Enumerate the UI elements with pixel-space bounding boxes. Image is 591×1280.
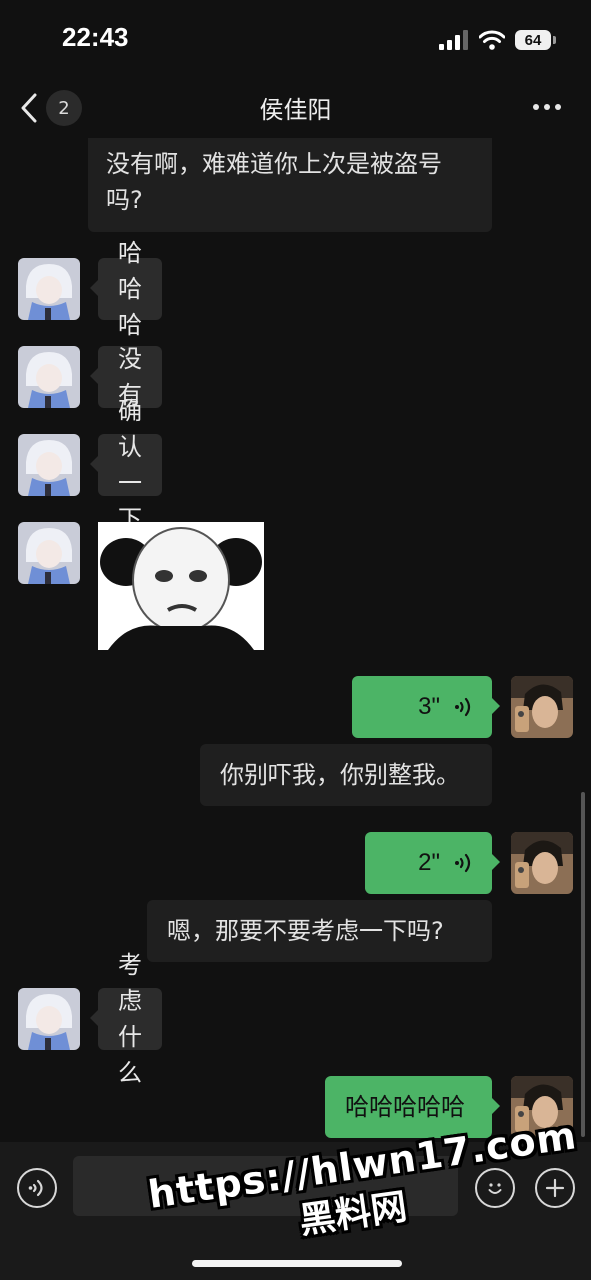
message-bubble[interactable]: 考虑什么 — [90, 951, 162, 1087]
message-input[interactable] — [73, 1156, 458, 1216]
message-text: 嗯，那要不要考虑一下吗? — [167, 917, 444, 945]
self-avatar[interactable] — [511, 676, 573, 738]
plus-icon — [545, 1178, 565, 1198]
message-text: 确认一下 — [118, 397, 142, 533]
more-dot-icon — [533, 104, 539, 110]
anime-avatar-icon — [18, 258, 80, 320]
selfie-avatar-icon — [511, 676, 573, 738]
chat-title: 侯佳阳 — [259, 96, 332, 124]
message-text: 考虑什么 — [118, 951, 142, 1087]
battery-indicator: 64 — [515, 30, 556, 50]
message-text: 你别吓我，你别整我。 — [220, 761, 460, 789]
more-options-button[interactable] — [529, 92, 565, 122]
message-text: 哈哈哈哈哈 — [345, 1093, 465, 1121]
voice-input-button[interactable] — [17, 1168, 57, 1208]
contact-avatar[interactable] — [18, 346, 80, 408]
voice-mode-icon — [28, 1179, 43, 1197]
selfie-avatar-icon — [511, 1076, 573, 1138]
voice-duration: 2" — [418, 849, 440, 876]
emoji-icon — [488, 1183, 502, 1194]
voice-message-bubble[interactable]: 3" — [352, 676, 500, 738]
status-time: 22:43 — [62, 22, 129, 52]
chat-header: 2 侯佳阳 — [0, 78, 591, 138]
selfie-avatar-icon — [511, 832, 573, 894]
anime-avatar-icon — [18, 988, 80, 1050]
input-bar — [0, 1142, 591, 1280]
anime-avatar-icon — [18, 522, 80, 584]
contact-avatar[interactable] — [18, 522, 80, 584]
sticker-image[interactable] — [98, 522, 264, 650]
more-dot-icon — [555, 104, 561, 110]
contact-avatar[interactable] — [18, 988, 80, 1050]
battery-level: 64 — [524, 31, 542, 49]
add-attachment-button[interactable] — [535, 1168, 575, 1208]
panda-meme-sticker-icon — [98, 522, 264, 650]
home-indicator — [192, 1260, 402, 1267]
message-bubble[interactable]: 确认一下 — [90, 397, 162, 533]
more-dot-icon — [544, 104, 550, 110]
message-bubble[interactable]: 哈哈哈哈哈 — [325, 1076, 500, 1138]
contact-avatar[interactable] — [18, 434, 80, 496]
status-icons: 64 — [439, 26, 556, 54]
contact-avatar[interactable] — [18, 258, 80, 320]
voice-transcript-bubble[interactable]: 嗯，那要不要考虑一下吗? — [147, 900, 492, 962]
voice-wave-icon — [455, 853, 471, 873]
anime-avatar-icon — [18, 434, 80, 496]
anime-avatar-icon — [18, 346, 80, 408]
self-avatar[interactable] — [511, 1076, 573, 1138]
self-avatar[interactable] — [511, 832, 573, 894]
emoji-button[interactable] — [475, 1168, 515, 1208]
status-bar: 22:43 64 — [0, 0, 591, 78]
wifi-icon — [479, 30, 505, 50]
voice-transcript-bubble[interactable]: 你别吓我，你别整我。 — [200, 744, 492, 806]
message-text: 哈哈哈 — [118, 239, 142, 339]
voice-wave-icon — [455, 697, 471, 717]
message-text: 没有啊，难难道你上次是被盗号吗? — [106, 150, 442, 214]
signal-icon — [439, 30, 468, 50]
voice-transcript-bubble[interactable]: 没有啊，难难道你上次是被盗号吗? — [88, 138, 492, 232]
message-list[interactable]: 没有啊，难难道你上次是被盗号吗? 哈哈哈 没有 确认一下 3" 你别吓我，你别整… — [0, 138, 591, 1142]
voice-duration: 3" — [418, 693, 440, 720]
message-bubble[interactable]: 哈哈哈 — [90, 239, 162, 339]
voice-message-bubble[interactable]: 2" — [365, 832, 500, 894]
scrollbar[interactable] — [581, 792, 585, 1137]
